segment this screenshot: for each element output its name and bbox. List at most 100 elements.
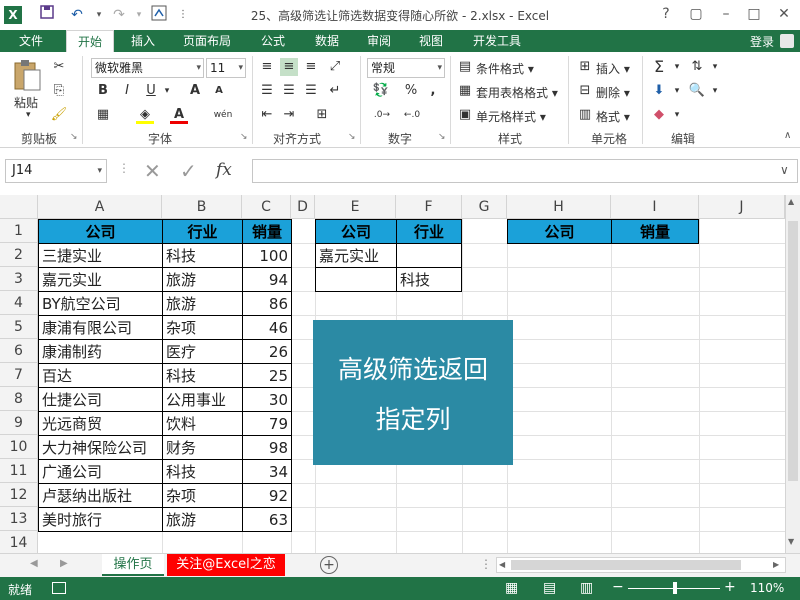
clipboard-launcher-icon[interactable]: ↘	[70, 132, 78, 142]
column-header-d[interactable]: D	[291, 195, 315, 219]
column-header-f[interactable]: F	[396, 195, 462, 219]
increase-decimal-icon[interactable]: .0→	[370, 106, 394, 124]
table-cell[interactable]: 46	[242, 315, 292, 340]
font-size-combo[interactable]: 11 ▾	[206, 58, 246, 78]
wrap-text-icon[interactable]: ↵	[326, 82, 344, 100]
align-center-icon[interactable]: ☰	[280, 82, 298, 100]
output-header-company[interactable]: 公司	[507, 219, 612, 244]
cell-styles-icon[interactable]: ▣	[456, 106, 474, 124]
delete-cells-button[interactable]: 删除 ▾	[596, 84, 630, 101]
close-button[interactable]: ✕	[770, 3, 798, 25]
format-painter-icon[interactable]: 🖌	[50, 106, 68, 124]
expand-formula-bar-icon[interactable]: ∨	[780, 163, 789, 177]
insert-cells-button[interactable]: 插入 ▾	[596, 60, 630, 77]
select-all-corner[interactable]	[0, 195, 38, 219]
criteria-header-industry[interactable]: 行业	[396, 219, 462, 244]
criteria-header-company[interactable]: 公司	[315, 219, 397, 244]
page-layout-view-icon[interactable]: ▤	[543, 580, 556, 596]
tab-developer[interactable]: 开发工具	[462, 30, 532, 52]
tab-data[interactable]: 数据	[304, 30, 350, 52]
sheet-tab-follow[interactable]: 关注@Excel之恋	[167, 554, 285, 576]
scrollbar-thumb[interactable]	[788, 221, 798, 481]
row-header-6[interactable]: 6	[0, 339, 38, 363]
sign-in-link[interactable]: 登录	[750, 33, 774, 50]
table-cell[interactable]: 广通公司	[38, 459, 163, 484]
row-header-10[interactable]: 10	[0, 435, 38, 459]
font-grow-icon[interactable]: A	[186, 82, 204, 100]
horizontal-scrollbar[interactable]: ◀ ▶	[496, 557, 786, 573]
scroll-left-icon[interactable]: ◀	[499, 560, 505, 569]
find-select-icon[interactable]: 🔍	[688, 82, 706, 100]
orientation-icon[interactable]: ⤢	[326, 58, 344, 76]
tab-splitter-icon[interactable]: ⋮	[480, 557, 492, 571]
table-cell[interactable]: 百达	[38, 363, 163, 388]
underline-dropdown-icon[interactable]: ▾	[158, 82, 176, 100]
table-cell[interactable]: BY航空公司	[38, 291, 163, 316]
cut-icon[interactable]: ✂	[50, 58, 68, 76]
next-sheet-icon[interactable]: ▶	[60, 558, 68, 569]
fill-color-icon[interactable]: ◈	[136, 106, 154, 124]
bold-button[interactable]: B	[94, 82, 112, 100]
table-cell[interactable]: 旅游	[162, 507, 243, 532]
column-header-e[interactable]: E	[315, 195, 396, 219]
output-header-sales[interactable]: 销量	[611, 219, 699, 244]
scroll-right-icon[interactable]: ▶	[773, 560, 779, 569]
clear-dropdown-icon[interactable]: ▾	[668, 106, 686, 124]
worksheet-grid[interactable]: A B C D E F G H I J 1 2 3 4 5 6 7 8 9 10…	[0, 195, 800, 553]
tab-view[interactable]: 视图	[408, 30, 454, 52]
align-bottom-icon[interactable]: ≡	[302, 58, 320, 76]
fill-icon[interactable]: ⬇	[650, 82, 668, 100]
paste-button[interactable]: 粘贴	[14, 94, 38, 111]
insert-function-button[interactable]: fx	[216, 160, 232, 180]
borders-icon[interactable]: ▦	[94, 106, 112, 124]
table-cell[interactable]: 杂项	[162, 315, 243, 340]
merge-center-icon[interactable]: ⊞	[310, 106, 334, 124]
column-header-i[interactable]: I	[611, 195, 699, 219]
horizontal-scrollbar-thumb[interactable]	[511, 560, 741, 570]
row-header-7[interactable]: 7	[0, 363, 38, 387]
paste-dropdown-icon[interactable]: ▾	[26, 110, 31, 120]
table-cell[interactable]: 63	[242, 507, 292, 532]
new-sheet-icon[interactable]: +	[320, 556, 338, 574]
number-launcher-icon[interactable]: ↘	[438, 132, 446, 142]
row-header-5[interactable]: 5	[0, 315, 38, 339]
font-name-combo[interactable]: 微软雅黑 ▾	[91, 58, 204, 78]
table-cell[interactable]: 86	[242, 291, 292, 316]
criteria-cell[interactable]: 科技	[396, 267, 462, 292]
tab-review[interactable]: 审阅	[356, 30, 402, 52]
percent-button[interactable]: %	[402, 82, 420, 100]
italic-button[interactable]: I	[118, 82, 136, 100]
sheet-tab-active[interactable]: 操作页	[102, 554, 164, 576]
column-header-g[interactable]: G	[462, 195, 507, 219]
vertical-scrollbar[interactable]: ▲ ▼	[785, 195, 800, 553]
table-cell[interactable]: 大力神保险公司	[38, 435, 163, 460]
tab-home[interactable]: 开始	[66, 30, 114, 52]
table-cell[interactable]: 科技	[162, 459, 243, 484]
criteria-cell[interactable]: 嘉元实业	[315, 243, 397, 268]
table-cell[interactable]: 79	[242, 411, 292, 436]
tab-insert[interactable]: 插入	[120, 30, 166, 52]
row-header-12[interactable]: 12	[0, 483, 38, 507]
font-launcher-icon[interactable]: ↘	[240, 132, 248, 142]
row-header-4[interactable]: 4	[0, 291, 38, 315]
row-header-1[interactable]: 1	[0, 219, 38, 243]
table-cell[interactable]: 饮料	[162, 411, 243, 436]
align-left-icon[interactable]: ☰	[258, 82, 276, 100]
table-header-company[interactable]: 公司	[38, 219, 163, 244]
table-cell[interactable]: 34	[242, 459, 292, 484]
table-cell[interactable]: 康浦制药	[38, 339, 163, 364]
font-shrink-icon[interactable]: A	[210, 82, 228, 100]
format-cells-button[interactable]: 格式 ▾	[596, 108, 630, 125]
sort-filter-icon[interactable]: ⇅	[688, 58, 706, 76]
row-header-3[interactable]: 3	[0, 267, 38, 291]
criteria-cell[interactable]	[315, 267, 397, 292]
table-cell[interactable]: 仕捷公司	[38, 387, 163, 412]
align-right-icon[interactable]: ☰	[302, 82, 320, 100]
alignment-launcher-icon[interactable]: ↘	[348, 132, 356, 142]
page-break-view-icon[interactable]: ▥	[580, 580, 593, 596]
table-cell[interactable]: 94	[242, 267, 292, 292]
font-color-icon[interactable]: A	[170, 106, 188, 124]
table-cell[interactable]: 医疗	[162, 339, 243, 364]
table-cell[interactable]: 30	[242, 387, 292, 412]
column-header-b[interactable]: B	[162, 195, 242, 219]
